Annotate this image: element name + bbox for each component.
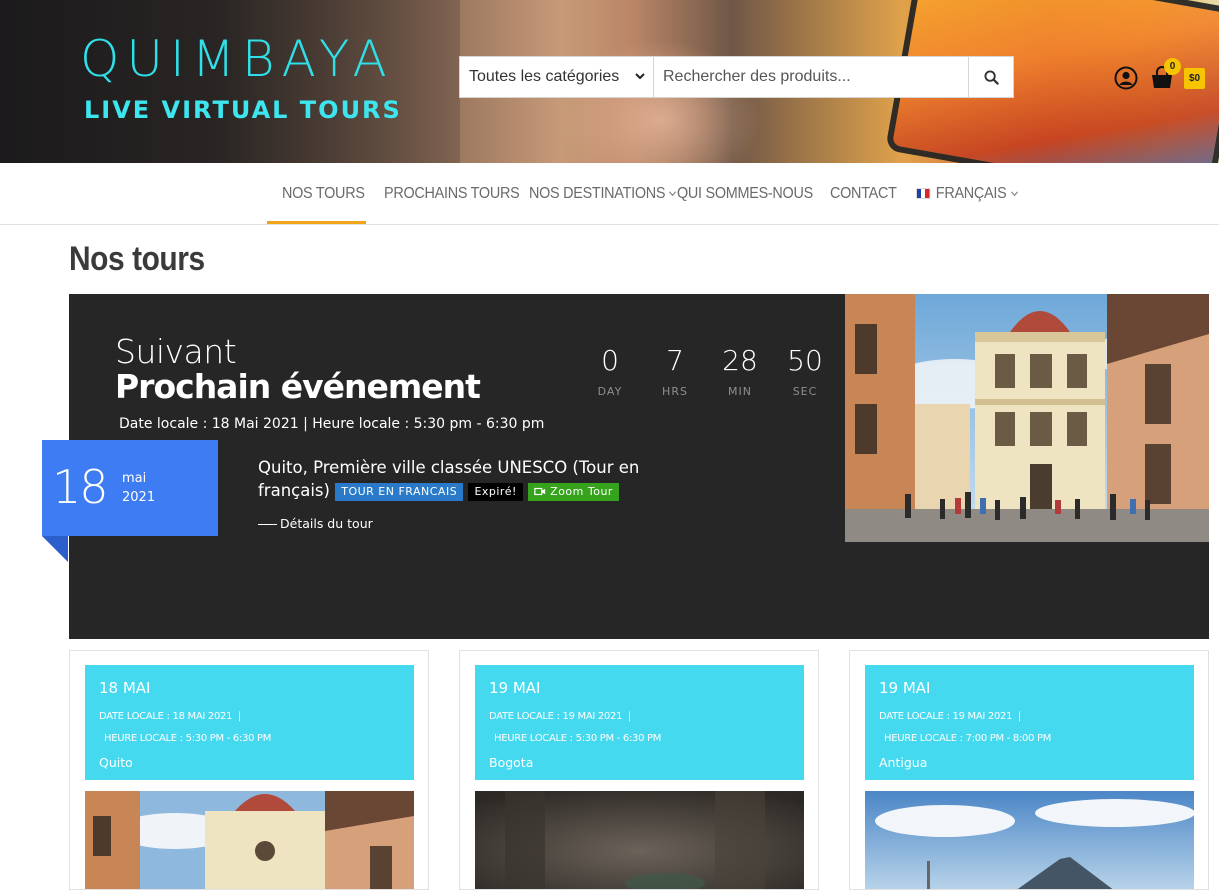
tour-card-local-time: HEURE LOCALE : 5:30 PM - 6:30 PM bbox=[494, 733, 662, 744]
featured-meta: Date locale : 18 Mai 2021 | Heure locale… bbox=[119, 416, 545, 432]
countdown-value: 50 bbox=[787, 344, 823, 377]
chevron-down-icon bbox=[1010, 189, 1018, 199]
countdown-label: SEC bbox=[792, 385, 818, 398]
tour-card-header: 18 MAI DATE LOCALE : 18 MAI 2021 | HEURE… bbox=[85, 665, 414, 780]
tour-card-local-date-text: DATE LOCALE : 19 MAI 2021 bbox=[489, 711, 623, 722]
event-date-day: 18 bbox=[52, 460, 109, 514]
tour-card-local-date-text: DATE LOCALE : 19 MAI 2021 bbox=[879, 711, 1013, 722]
account-icon[interactable] bbox=[1114, 66, 1138, 90]
nav-item-label: CONTACT bbox=[830, 184, 897, 202]
badge-fold bbox=[42, 536, 68, 562]
product-search-bar: Toutes les catégories bbox=[459, 56, 1014, 98]
countdown-hours: 7 HRS bbox=[644, 344, 706, 398]
countdown-value: 0 bbox=[601, 344, 619, 377]
category-select[interactable]: Toutes les catégories bbox=[460, 57, 654, 97]
featured-title: Prochain événement bbox=[115, 367, 481, 406]
tour-card-city: Bogota bbox=[489, 755, 534, 770]
site-logo-title[interactable]: QUIMBAYA bbox=[80, 30, 394, 88]
tour-card-city: Quito bbox=[99, 755, 133, 770]
tour-card-date: 19 MAI bbox=[879, 679, 931, 697]
chevron-down-icon bbox=[635, 71, 645, 83]
nav-item-label: QUI SOMMES-NOUS bbox=[677, 184, 813, 202]
featured-event: Suivant Prochain événement Date locale :… bbox=[42, 294, 1209, 639]
event-title-block: Quito, Première ville classée UNESCO (To… bbox=[258, 456, 678, 502]
event-date-badge: 18 mai 2021 bbox=[42, 440, 218, 562]
nav-item-label: NOS DESTINATIONS bbox=[529, 184, 666, 202]
tour-card-header: 19 MAI DATE LOCALE : 19 MAI 2021 | HEURE… bbox=[475, 665, 804, 780]
tour-card-image[interactable] bbox=[85, 791, 414, 889]
tour-card-date: 19 MAI bbox=[489, 679, 541, 697]
chevron-down-icon bbox=[669, 189, 677, 199]
nav-item-nos-destinations[interactable]: NOS DESTINATIONS bbox=[529, 163, 677, 224]
tour-card-image[interactable] bbox=[475, 791, 804, 889]
nav-item-label: PROCHAINS TOURS bbox=[384, 184, 520, 202]
countdown-label: DAY bbox=[597, 385, 623, 398]
cart-count-badge: 0 bbox=[1164, 58, 1181, 75]
search-icon bbox=[983, 69, 999, 85]
dash-decoration bbox=[258, 524, 277, 525]
countdown-minutes: 28 MIN bbox=[709, 344, 771, 398]
nav-item-label: FRANÇAIS bbox=[935, 184, 1007, 202]
tour-card-local-time: HEURE LOCALE : 5:30 PM - 6:30 PM bbox=[104, 733, 272, 744]
tour-card-local-date-text: DATE LOCALE : 18 MAI 2021 bbox=[99, 711, 233, 722]
countdown-value: 7 bbox=[666, 344, 684, 377]
tour-card-image[interactable] bbox=[865, 791, 1194, 889]
cart-total[interactable]: $0 bbox=[1184, 67, 1206, 89]
flag-fr-icon bbox=[916, 188, 931, 199]
tour-card-header: 19 MAI DATE LOCALE : 19 MAI 2021 | HEURE… bbox=[865, 665, 1194, 780]
event-date-month: mai bbox=[122, 471, 147, 486]
search-button[interactable] bbox=[968, 57, 1013, 97]
header-banner: QUIMBAYA LIVE VIRTUAL TOURS Toutes les c… bbox=[0, 0, 1219, 163]
zoom-tour-label: Zoom Tour bbox=[550, 484, 613, 498]
tour-card[interactable]: 19 MAI DATE LOCALE : 19 MAI 2021 | HEURE… bbox=[849, 650, 1209, 890]
tour-card-local-time: HEURE LOCALE : 7:00 PM - 8:00 PM bbox=[884, 733, 1052, 744]
zoom-tour-tag: Zoom Tour bbox=[528, 482, 619, 501]
featured-label: Suivant bbox=[115, 332, 237, 371]
cart-button[interactable]: 0 bbox=[1150, 58, 1181, 90]
tour-card-local-date: DATE LOCALE : 19 MAI 2021 | bbox=[879, 711, 1021, 722]
countdown-days: 0 DAY bbox=[579, 344, 641, 398]
category-select-value: Toutes les catégories bbox=[469, 68, 620, 85]
tour-card-local-date: DATE LOCALE : 18 MAI 2021 | bbox=[99, 711, 241, 722]
event-date-year: 2021 bbox=[122, 490, 156, 505]
page-title: Nos tours bbox=[69, 240, 205, 278]
tour-card[interactable]: 19 MAI DATE LOCALE : 19 MAI 2021 | HEURE… bbox=[459, 650, 819, 890]
header-actions: 0 $0 bbox=[1114, 58, 1206, 90]
tour-card-date: 18 MAI bbox=[99, 679, 151, 697]
countdown-label: HRS bbox=[662, 385, 688, 398]
video-icon bbox=[534, 487, 546, 495]
site-logo-subtitle[interactable]: LIVE VIRTUAL TOURS bbox=[84, 96, 402, 124]
search-input[interactable] bbox=[654, 57, 968, 97]
countdown-seconds: 50 SEC bbox=[774, 344, 836, 398]
nav-item-label: NOS TOURS bbox=[282, 184, 365, 202]
event-details-label: Détails du tour bbox=[280, 516, 373, 531]
nav-item-language[interactable]: FRANÇAIS bbox=[916, 163, 1018, 224]
featured-event-photo bbox=[845, 294, 1209, 542]
status-badge: Expiré! bbox=[468, 482, 523, 501]
main-navigation: NOS TOURS PROCHAINS TOURS NOS DESTINATIO… bbox=[0, 163, 1219, 225]
event-details-link[interactable]: Détails du tour bbox=[258, 516, 373, 531]
nav-item-qui-sommes-nous[interactable]: QUI SOMMES-NOUS bbox=[677, 163, 813, 224]
nav-item-prochains-tours[interactable]: PROCHAINS TOURS bbox=[384, 163, 520, 224]
tour-card-local-date: DATE LOCALE : 19 MAI 2021 | bbox=[489, 711, 631, 722]
nav-active-indicator bbox=[267, 221, 366, 224]
countdown-label: MIN bbox=[728, 385, 752, 398]
nav-item-contact[interactable]: CONTACT bbox=[830, 163, 897, 224]
nav-item-nos-tours[interactable]: NOS TOURS bbox=[282, 163, 365, 224]
tour-card[interactable]: 18 MAI DATE LOCALE : 18 MAI 2021 | HEURE… bbox=[69, 650, 429, 890]
countdown-timer: 0 DAY 7 HRS 28 MIN 50 SEC bbox=[579, 344, 839, 398]
tour-card-city: Antigua bbox=[879, 755, 928, 770]
language-tag: TOUR EN FRANCAIS bbox=[335, 482, 464, 501]
countdown-value: 28 bbox=[722, 344, 758, 377]
